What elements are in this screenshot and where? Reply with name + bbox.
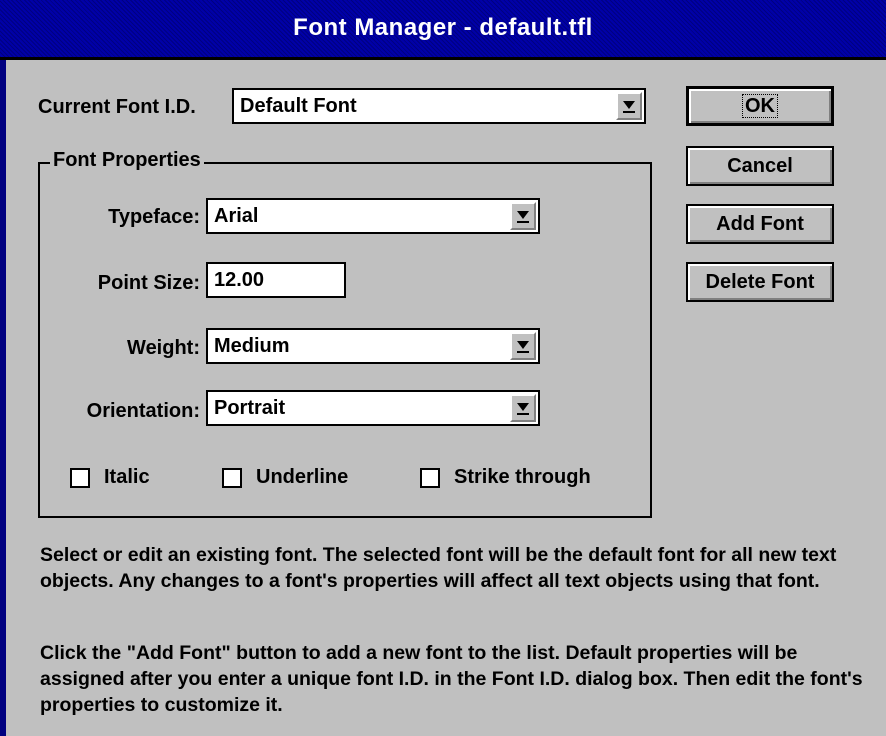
- strike-through-checkbox[interactable]: [420, 468, 440, 488]
- orientation-value: Portrait: [214, 397, 286, 419]
- orientation-label: Orientation:: [86, 400, 200, 422]
- ok-button[interactable]: OK: [686, 86, 834, 126]
- underline-label[interactable]: Underline: [256, 466, 348, 489]
- point-size-value: 12.00: [214, 269, 265, 291]
- title-bar[interactable]: Font Manager - default.tfl: [0, 0, 886, 60]
- current-font-value: Default Font: [240, 95, 357, 117]
- italic-checkbox[interactable]: [70, 468, 90, 488]
- dropdown-arrow-icon[interactable]: [510, 332, 536, 360]
- font-manager-dialog: Font Manager - default.tfl Current Font …: [0, 0, 886, 736]
- dropdown-arrow-icon[interactable]: [616, 92, 642, 120]
- point-size-label: Point Size:: [97, 272, 200, 294]
- window-border: [0, 60, 6, 736]
- strike-through-label[interactable]: Strike through: [454, 466, 591, 489]
- orientation-combo[interactable]: Portrait: [206, 390, 540, 426]
- help-text-2: Click the "Add Font" button to add a new…: [40, 642, 863, 716]
- weight-label: Weight:: [127, 337, 200, 359]
- add-font-button[interactable]: Add Font: [686, 204, 834, 244]
- delete-font-button[interactable]: Delete Font: [686, 262, 834, 302]
- typeface-combo[interactable]: Arial: [206, 198, 540, 234]
- typeface-label: Typeface:: [108, 206, 200, 228]
- point-size-field[interactable]: 12.00: [206, 262, 346, 298]
- current-font-combo[interactable]: Default Font: [232, 88, 646, 124]
- ok-label: OK: [742, 94, 778, 118]
- help-text-1: Select or edit an existing font. The sel…: [40, 544, 837, 592]
- underline-checkbox[interactable]: [222, 468, 242, 488]
- weight-combo[interactable]: Medium: [206, 328, 540, 364]
- dropdown-arrow-icon[interactable]: [510, 394, 536, 422]
- dropdown-arrow-icon[interactable]: [510, 202, 536, 230]
- window-title: Font Manager - default.tfl: [293, 14, 593, 41]
- italic-label[interactable]: Italic: [104, 466, 150, 489]
- weight-value: Medium: [214, 335, 290, 357]
- cancel-button[interactable]: Cancel: [686, 146, 834, 186]
- current-font-label: Current Font I.D.: [38, 96, 196, 118]
- typeface-value: Arial: [214, 205, 259, 227]
- font-properties-title: Font Properties: [50, 149, 204, 172]
